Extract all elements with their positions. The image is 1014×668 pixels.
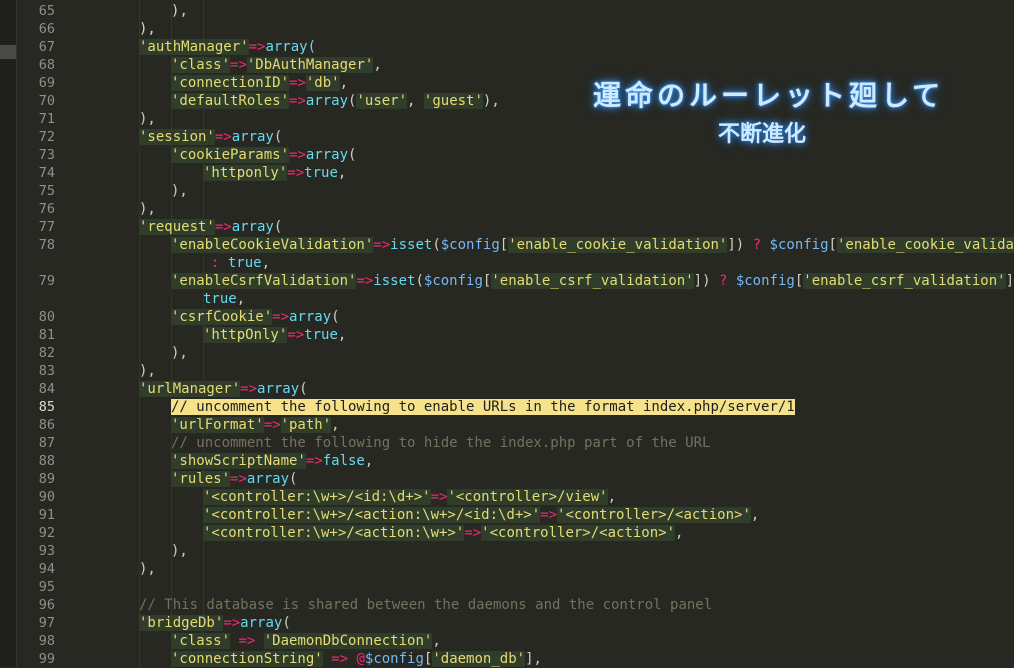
- line-number: 72: [38, 129, 55, 145]
- line-number: 67: [38, 39, 55, 55]
- line-number: 76: [38, 201, 55, 217]
- code-line: 'urlManager'=>array(: [139, 381, 308, 397]
- overlay-subtitle: 不断進化: [718, 121, 807, 147]
- code-line: 'urlFormat'=>'path',: [171, 417, 340, 433]
- code-line: ),: [139, 21, 156, 37]
- code-line: 'class'=>'DbAuthManager',: [171, 57, 382, 73]
- line-number: 83: [38, 363, 55, 379]
- code-line: 'enableCookieValidation'=>isset($config[…: [171, 236, 1014, 254]
- code-line: 'rules'=>array(: [171, 471, 298, 487]
- line-number: 81: [38, 327, 55, 343]
- overlay-title: 運命のルーレット廻して: [593, 79, 945, 112]
- code-line: 'csrfCookie'=>array(: [171, 309, 340, 325]
- code-line: 'bridgeDb'=>array(: [139, 615, 291, 631]
- code-line: 'enableCsrfValidation'=>isset($config['e…: [171, 273, 1014, 289]
- line-number: 91: [38, 507, 55, 523]
- code-line: ),: [171, 183, 188, 199]
- line-number: 71: [38, 111, 55, 127]
- line-number: 97: [38, 615, 55, 631]
- line-number: 99: [38, 651, 55, 667]
- line-number: 98: [38, 633, 55, 649]
- line-number: 73: [38, 147, 55, 163]
- line-number: 89: [38, 471, 55, 487]
- code-line: '<controller:\w+>/<id:\d+>'=>'<controlle…: [203, 489, 617, 505]
- code-line: 'cookieParams'=>array(: [171, 147, 357, 163]
- code-line: 'defaultRoles'=>array('user', 'guest'),: [171, 93, 500, 109]
- line-number-gutter: 65 66 67 68 69 70 71 72 73 74 75 76 77 78 79 80 81 82 83 84…: [17, 0, 75, 667]
- code-line: ),: [171, 345, 188, 361]
- line-number: 92: [38, 525, 55, 541]
- code-line: 'request'=>array(: [139, 219, 283, 235]
- line-number: 68: [38, 57, 55, 73]
- code-line: 'connectionString' => @$config['daemon_d…: [171, 651, 542, 667]
- line-number: 78: [38, 237, 55, 253]
- code-line: // uncomment the following to hide the i…: [171, 435, 711, 451]
- line-number: 88: [38, 453, 55, 469]
- line-number: 96: [38, 597, 55, 613]
- line-number: 86: [38, 417, 55, 433]
- code-line-active[interactable]: // uncomment the following to enable URL…: [171, 398, 795, 416]
- line-number: 94: [38, 561, 55, 577]
- line-number: [5, 254, 55, 272]
- line-number: 93: [38, 543, 55, 559]
- line-number: 74: [38, 165, 55, 181]
- code-line: // This database is shared between the d…: [139, 597, 713, 613]
- line-number: 79: [38, 273, 55, 289]
- line-number: 70: [38, 93, 55, 109]
- code-line: ),: [139, 111, 156, 127]
- line-number: 87: [38, 435, 55, 451]
- code-line: ),: [139, 201, 156, 217]
- line-number: 75: [38, 183, 55, 199]
- code-line: 'authManager'=>array(: [139, 39, 317, 55]
- code-line: ),: [171, 543, 188, 559]
- code-line: ),: [171, 3, 188, 19]
- line-number: 85: [38, 399, 55, 415]
- line-number: 80: [38, 309, 55, 325]
- line-number: 90: [38, 489, 55, 505]
- code-line: true,: [203, 291, 246, 307]
- line-number: 95: [38, 579, 55, 595]
- line-number: [5, 290, 55, 308]
- code-line: 'httponly'=>true,: [203, 165, 347, 181]
- line-number: 84: [38, 381, 55, 397]
- code-line: 'httpOnly'=>true,: [203, 327, 347, 343]
- code-line: ),: [139, 363, 156, 379]
- code-line: '<controller:\w+>/<action:\w+>/<id:\d+>'…: [203, 507, 760, 523]
- code-line: : true,: [211, 255, 271, 271]
- code-line: ),: [139, 561, 156, 577]
- line-number: 69: [38, 75, 55, 91]
- code-line: '<controller:\w+>/<action:\w+>'=>'<contr…: [203, 525, 684, 541]
- line-number: 65: [38, 3, 55, 19]
- line-number: 66: [38, 21, 55, 37]
- line-number: 77: [38, 219, 55, 235]
- line-number: 82: [38, 345, 55, 361]
- code-line: 'showScriptName'=>false,: [171, 453, 374, 469]
- code-line: 'session'=>array(: [139, 129, 283, 145]
- code-line: 'class' => 'DaemonDbConnection',: [171, 633, 441, 649]
- code-line: 'connectionID'=>'db',: [171, 75, 349, 91]
- wallpaper-overlay-text: 運命のルーレット廻して 不断進化: [575, 70, 965, 160]
